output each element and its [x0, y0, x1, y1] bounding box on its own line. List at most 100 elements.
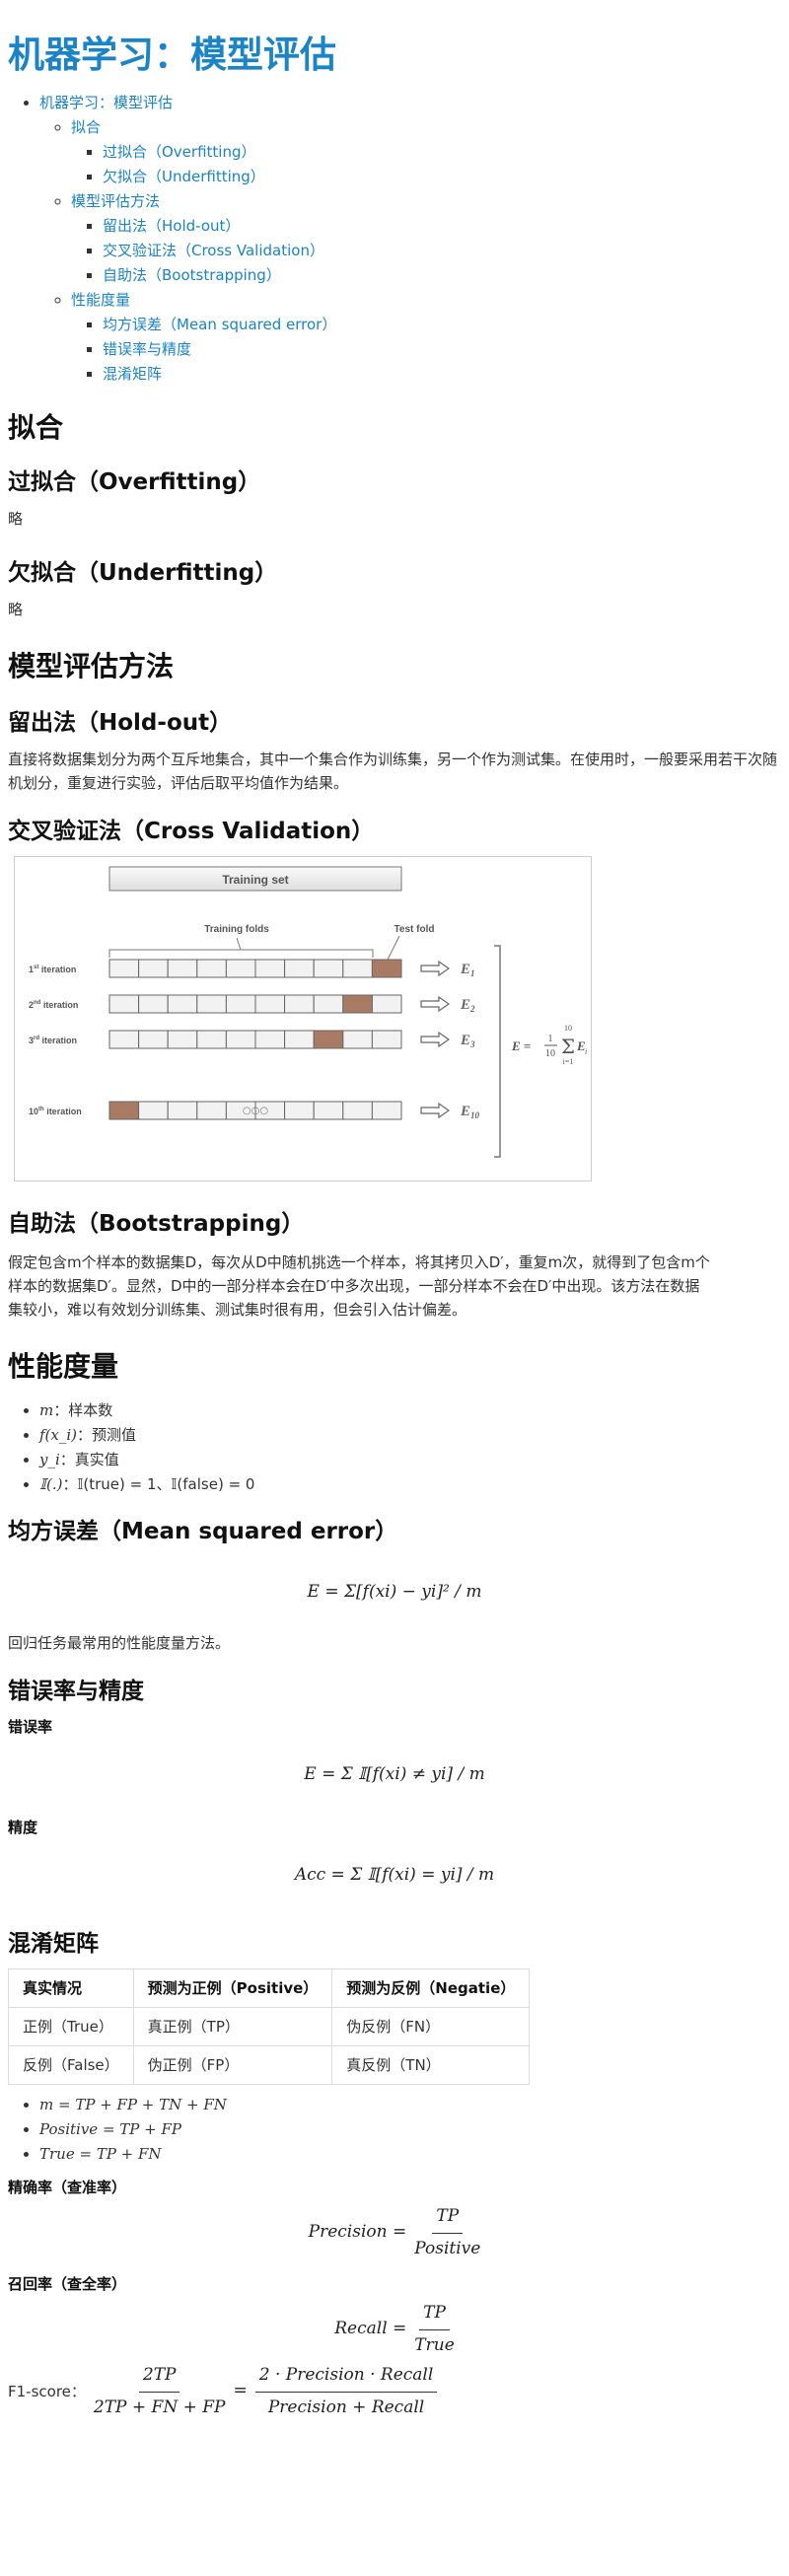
cv-formula-sum-bottom: i=1 [563, 1057, 574, 1066]
toc-link-cm[interactable]: 混淆矩阵 [103, 365, 162, 383]
notation-item: y_i：真实值 [39, 1448, 781, 1472]
training-fold-cell [371, 1030, 402, 1049]
table-row: 正例（True） 真正例（TP） 伪反例（FN） [8, 2007, 531, 2046]
toc-item: 性能度量 均方误差（Mean squared error） 错误率与精度 混淆矩… [71, 288, 781, 387]
training-fold-cell [196, 1101, 227, 1120]
cv-formula-sigma-icon: Σ [561, 1035, 575, 1058]
notation-math: y_i [39, 1451, 60, 1468]
test-fold-cell [342, 994, 373, 1014]
training-set-label: Training set [222, 873, 288, 887]
heading-bootstrapping: 自助法（Bootstrapping） [8, 1211, 305, 1237]
iteration-error-label: E2 [460, 997, 475, 1014]
toc-item: 机器学习：模型评估 拟合 过拟合（Overfitting） 欠拟合（Underf… [39, 91, 781, 387]
recall-fraction: TP True [414, 2300, 454, 2358]
toc-link-overfit[interactable]: 过拟合（Overfitting） [103, 143, 256, 161]
arrow-right-icon [420, 1031, 451, 1048]
table-header-row: 真实情况 预测为正例（Positive） 预测为反例（Negatie） [8, 1968, 531, 2008]
toc-link-underfit[interactable]: 欠拟合（Underfitting） [103, 168, 265, 185]
training-fold-cell [196, 994, 227, 1014]
toc-item: 交叉验证法（Cross Validation） [103, 239, 781, 263]
table-cell: 伪反例（FN） [331, 2007, 531, 2046]
f1-equals: = [233, 2381, 248, 2401]
toc-item: 拟合 过拟合（Overfitting） 欠拟合（Underfitting） [71, 115, 781, 189]
arrow-right-icon [420, 995, 451, 1013]
section-heading-eval: 模型评估方法 [8, 650, 175, 682]
training-fold-cell [313, 1101, 344, 1120]
column-header: 预测为正例（Positive） [132, 1968, 333, 2008]
heading-error-accuracy: 错误率与精度 [8, 1679, 144, 1704]
toc-item: 错误率与精度 [103, 337, 781, 362]
training-fold-cell [342, 1101, 373, 1120]
training-fold-cell [225, 959, 256, 978]
recall-denominator: True [414, 2334, 455, 2355]
training-fold-cell [254, 959, 286, 978]
precision-fraction: TP Positive [414, 2203, 480, 2261]
accuracy-formula: Acc = Σ 𝕀[f(xi) = yi] / m [8, 1838, 781, 1913]
notation-text: ：预测值 [77, 1426, 137, 1444]
iteration-rows: 1st iteration E1 2nd iteration E2 3rd iterat… [29, 959, 480, 1120]
notation-math: f(x_i) [39, 1426, 78, 1444]
toc-link-err-acc[interactable]: 错误率与精度 [103, 340, 191, 358]
training-fold-cell [138, 994, 169, 1014]
training-fold-cell [284, 1030, 315, 1049]
accuracy-label: 精度 [8, 1819, 38, 1836]
table-cell: 反例（False） [8, 2045, 134, 2085]
toc-link-cv[interactable]: 交叉验证法（Cross Validation） [103, 242, 324, 259]
bootstrap-line-1: 假定包含m个样本的数据集D，每次从D中随机挑选一个样本，将其拷贝入D′，重复m次… [8, 1253, 710, 1271]
training-fold-cell [371, 994, 402, 1014]
cv-formula-sum-top: 10 [564, 1024, 572, 1033]
notation-list: m：样本数 f(x_i)：预测值 y_i：真实值 𝕀(.)：𝕀(true) = … [8, 1398, 781, 1497]
section-heading-performance: 性能度量 [8, 1350, 119, 1383]
toc-link-root[interactable]: 机器学习：模型评估 [39, 94, 173, 111]
table-cell: 真反例（TN） [331, 2045, 531, 2085]
overfitting-text: 略 [8, 510, 24, 528]
table-cell: 伪正例（FP） [132, 2045, 333, 2085]
heading-overfitting: 过拟合（Overfitting） [8, 469, 261, 495]
test-fold-cell [108, 1101, 140, 1120]
holdout-text: 直接将数据集划分为两个互斥地集合，其中一个集合作为训练集，另一个作为测试集。在使… [8, 751, 778, 792]
toc-link-fit[interactable]: 拟合 [71, 118, 101, 136]
toc-link-perf[interactable]: 性能度量 [71, 291, 130, 309]
f1-fraction-1: 2TP 2TP + FN + FP [94, 2362, 226, 2420]
toc-item: 自助法（Bootstrapping） [103, 263, 781, 288]
notation-math: m [39, 1401, 54, 1419]
f1-score-row: F1-score： 2TP 2TP + FN + FP = 2 · Precis… [8, 2364, 781, 2419]
f1-denominator-2: Precision + Recall [267, 2397, 425, 2417]
toc-link-bootstrap[interactable]: 自助法（Bootstrapping） [103, 266, 281, 284]
iteration-label: 2nd iteration [29, 1000, 78, 1010]
heading-mse: 均方误差（Mean squared error） [8, 1519, 398, 1544]
toc-link-eval[interactable]: 模型评估方法 [71, 192, 160, 210]
notation-text: ：真实值 [59, 1451, 119, 1468]
toc-link-holdout[interactable]: 留出法（Hold-out） [103, 217, 240, 235]
errors-bracket [494, 945, 501, 1158]
precision-denominator: Positive [414, 2238, 481, 2258]
toc-link-mse[interactable]: 均方误差（Mean squared error） [103, 316, 336, 333]
cross-validation-figure: Training set Training folds Test fold 1s… [14, 856, 592, 1181]
arrow-right-icon [420, 1102, 451, 1119]
toc-item: 留出法（Hold-out） [103, 214, 781, 239]
identity-list: m = TP + FP + TN + FN Positive = TP + FP… [8, 2093, 781, 2167]
training-fold-cell [313, 959, 344, 978]
training-folds-bracket [108, 949, 374, 958]
bootstrap-line-2: 样本的数据集D′。显然，D中的一部分样本会在D′中多次出现，一部分样本不会在D′… [8, 1277, 700, 1295]
cross-validation-diagram: Training set Training folds Test fold 1s… [29, 866, 587, 1158]
iteration-error-label: E10 [460, 1104, 480, 1120]
notation-text: ：𝕀(true) = 1、𝕀(false) = 0 [62, 1475, 255, 1493]
training-fold-cell [342, 959, 373, 978]
notation-text: ：样本数 [53, 1401, 113, 1419]
training-fold-cell [138, 959, 169, 978]
training-fold-cell [108, 1030, 140, 1049]
training-fold-cell [108, 994, 140, 1014]
training-fold-cell [138, 1030, 169, 1049]
accuracy-formula-text: Acc = Σ 𝕀[f(xi) = yi] / m [294, 1865, 495, 1886]
recall-numerator: TP [419, 2300, 450, 2330]
section-heading-fit: 拟合 [8, 411, 64, 444]
test-fold-cell [313, 1030, 344, 1049]
mse-formula-text: E = Σ[f(xi) − yi]² / m [307, 1582, 482, 1603]
toc-item: 均方误差（Mean squared error） [103, 313, 781, 337]
training-fold-cell [167, 959, 198, 978]
notation-math: 𝕀(.) [39, 1475, 63, 1493]
f1-fraction-2: 2 · Precision · Recall Precision + Recal… [254, 2362, 438, 2420]
iteration-label: 10th iteration [29, 1107, 82, 1116]
training-fold-cell [284, 959, 315, 978]
